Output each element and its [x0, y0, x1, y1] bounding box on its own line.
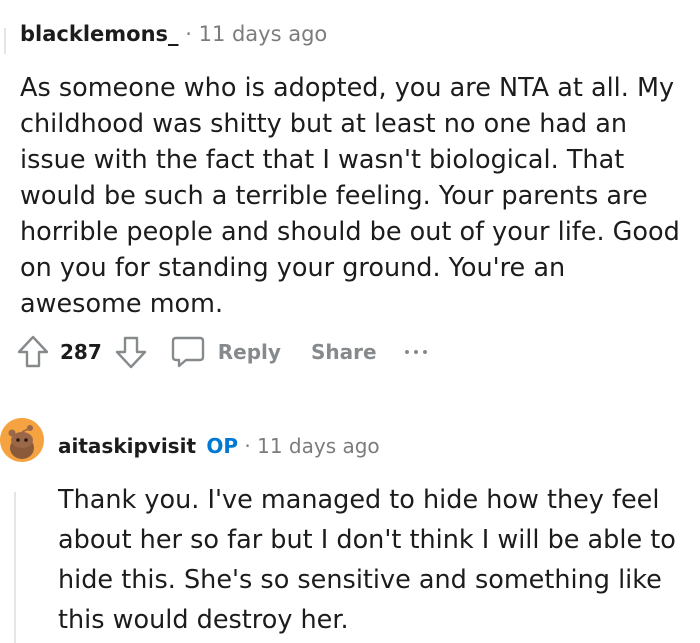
- vote-count: 287: [60, 340, 102, 364]
- separator: ·: [244, 434, 251, 458]
- comment-header: blacklemons_ · 11 days ago: [20, 20, 327, 48]
- more-options-button[interactable]: [404, 350, 427, 354]
- op-badge: OP: [206, 434, 239, 458]
- arrow-up-icon: [17, 335, 49, 368]
- share-button[interactable]: Share: [311, 340, 377, 364]
- reply-label: Reply: [217, 340, 281, 364]
- downvote-button[interactable]: [112, 333, 150, 371]
- arrow-down-icon: [115, 336, 146, 369]
- username[interactable]: blacklemons_: [20, 22, 179, 46]
- comment-body: As someone who is adopted, you are NTA a…: [20, 73, 680, 319]
- separator: ·: [185, 22, 192, 46]
- thread-line[interactable]: [4, 28, 6, 54]
- comment-actions: 287 Reply Share: [14, 331, 427, 373]
- timestamp[interactable]: 11 days ago: [257, 434, 380, 458]
- ellipsis-icon: [404, 350, 427, 354]
- upvote-button[interactable]: [14, 333, 52, 371]
- timestamp[interactable]: 11 days ago: [199, 22, 328, 46]
- username[interactable]: aitaskipvisit: [58, 434, 196, 458]
- comment-header: aitaskipvisit OP · 11 days ago: [58, 432, 380, 460]
- thread-line[interactable]: [14, 492, 16, 643]
- speech-bubble-icon: [171, 336, 204, 368]
- snoo-avatar-icon[interactable]: [0, 418, 44, 462]
- comment-body: Thank you. I've managed to hide how they…: [58, 485, 676, 635]
- reply-button[interactable]: Reply: [170, 335, 281, 369]
